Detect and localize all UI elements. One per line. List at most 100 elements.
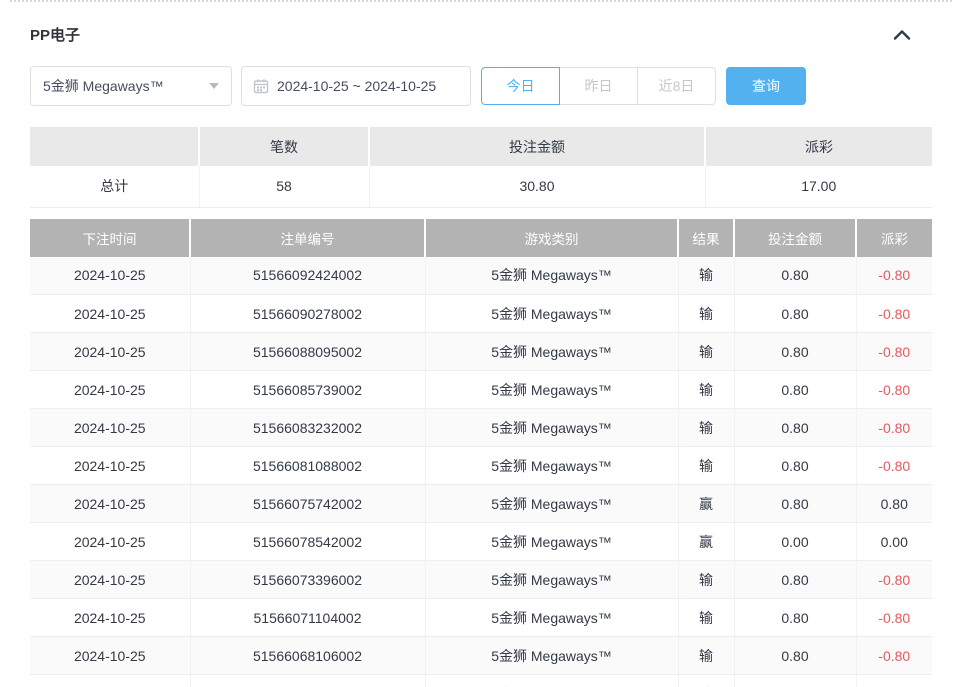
bet-time-cell: 2024-10-25 xyxy=(30,257,190,295)
bet-amount-cell: 0.80 xyxy=(734,675,856,687)
search-button[interactable]: 查询 xyxy=(726,67,806,105)
bet-time-cell: 2024-10-25 xyxy=(30,561,190,599)
game-type-cell: 5金狮 Megaways™ xyxy=(425,371,678,409)
bets-col-bet-amount: 投注金额 xyxy=(734,219,856,257)
bet-amount-cell: 0.80 xyxy=(734,485,856,523)
summary-col-empty xyxy=(30,127,199,166)
result-cell: 赢 xyxy=(678,485,734,523)
game-select[interactable]: 5金狮 Megaways™ xyxy=(30,66,232,106)
bets-col-bet-time: 下注时间 xyxy=(30,219,190,257)
last-8-days-button[interactable]: 近8日 xyxy=(637,67,716,105)
bet-time-cell: 2024-10-25 xyxy=(30,599,190,637)
payout-cell: -0.80 xyxy=(856,409,932,447)
result-cell: 输 xyxy=(678,371,734,409)
chevron-down-icon xyxy=(209,83,219,89)
result-cell: 输 xyxy=(678,599,734,637)
game-type-cell: 5金狮 Megaways™ xyxy=(425,561,678,599)
summary-header-row: 笔数 投注金额 派彩 xyxy=(30,127,932,166)
date-range-value: 2024-10-25 ~ 2024-10-25 xyxy=(277,78,436,94)
bet-amount-cell: 0.00 xyxy=(734,523,856,561)
bets-table-body: 2024-10-25515660924240025金狮 Megaways™输0.… xyxy=(30,257,932,687)
bet-row: 2024-10-25515660924240025金狮 Megaways™输0.… xyxy=(30,257,932,295)
result-cell: 输 xyxy=(678,561,734,599)
result-cell: 输 xyxy=(678,675,734,687)
bet-id-cell: 51566065883002 xyxy=(190,675,425,687)
game-type-cell: 5金狮 Megaways™ xyxy=(425,523,678,561)
payout-cell: -0.80 xyxy=(856,561,932,599)
date-range-input[interactable]: 2024-10-25 ~ 2024-10-25 xyxy=(241,66,471,106)
game-type-cell: 5金狮 Megaways™ xyxy=(425,447,678,485)
summary-col-payout: 派彩 xyxy=(705,127,932,166)
bet-row: 2024-10-25515660681060025金狮 Megaways™输0.… xyxy=(30,637,932,675)
payout-cell: 0.80 xyxy=(856,485,932,523)
panel-title: PP电子 xyxy=(30,24,80,45)
bet-id-cell: 51566090278002 xyxy=(190,295,425,333)
bet-amount-cell: 0.80 xyxy=(734,371,856,409)
bets-col-bet-id: 注单编号 xyxy=(190,219,425,257)
bet-row: 2024-10-25515660711040025金狮 Megaways™输0.… xyxy=(30,599,932,637)
game-type-cell: 5金狮 Megaways™ xyxy=(425,485,678,523)
bet-row: 2024-10-25515660658830025金狮 Megaways™输0.… xyxy=(30,675,932,687)
bet-id-cell: 51566081088002 xyxy=(190,447,425,485)
bet-time-cell: 2024-10-25 xyxy=(30,675,190,687)
result-cell: 输 xyxy=(678,447,734,485)
payout-cell: -0.80 xyxy=(856,371,932,409)
bet-row: 2024-10-25515660785420025金狮 Megaways™赢0.… xyxy=(30,523,932,561)
game-type-cell: 5金狮 Megaways™ xyxy=(425,637,678,675)
payout-cell: -0.80 xyxy=(856,333,932,371)
result-cell: 输 xyxy=(678,333,734,371)
game-type-cell: 5金狮 Megaways™ xyxy=(425,599,678,637)
bet-id-cell: 51566083232002 xyxy=(190,409,425,447)
bet-amount-cell: 0.80 xyxy=(734,257,856,295)
summary-col-bet-amount: 投注金额 xyxy=(369,127,705,166)
summary-total-label: 总计 xyxy=(30,166,199,207)
quick-date-button-group: 今日 昨日 近8日 xyxy=(481,67,716,105)
pp-games-panel: PP电子 5金狮 Megaways™ xyxy=(0,24,962,687)
payout-cell: 0.00 xyxy=(856,523,932,561)
today-button[interactable]: 今日 xyxy=(481,67,560,105)
bet-amount-cell: 0.80 xyxy=(734,637,856,675)
bet-row: 2024-10-25515660857390025金狮 Megaways™输0.… xyxy=(30,371,932,409)
result-cell: 输 xyxy=(678,409,734,447)
game-type-cell: 5金狮 Megaways™ xyxy=(425,257,678,295)
payout-cell: -0.80 xyxy=(856,637,932,675)
bet-amount-cell: 0.80 xyxy=(734,295,856,333)
bets-table: 下注时间 注单编号 游戏类别 结果 投注金额 派彩 2024-10-255156… xyxy=(30,219,932,687)
bet-row: 2024-10-25515660757420025金狮 Megaways™赢0.… xyxy=(30,485,932,523)
summary-total-bet-amount: 30.80 xyxy=(369,166,705,207)
result-cell: 输 xyxy=(678,295,734,333)
bet-id-cell: 51566068106002 xyxy=(190,637,425,675)
bets-col-payout: 派彩 xyxy=(856,219,932,257)
payout-cell: -0.80 xyxy=(856,447,932,485)
payout-cell: -0.80 xyxy=(856,675,932,687)
bet-id-cell: 51566071104002 xyxy=(190,599,425,637)
bet-row: 2024-10-25515660733960025金狮 Megaways™输0.… xyxy=(30,561,932,599)
payout-cell: -0.80 xyxy=(856,599,932,637)
bet-time-cell: 2024-10-25 xyxy=(30,447,190,485)
game-type-cell: 5金狮 Megaways™ xyxy=(425,675,678,687)
filter-controls: 5金狮 Megaways™ 2024-10-25 ~ 2024-10-25 xyxy=(30,66,932,106)
result-cell: 输 xyxy=(678,637,734,675)
bets-col-result: 结果 xyxy=(678,219,734,257)
bet-row: 2024-10-25515660902780025金狮 Megaways™输0.… xyxy=(30,295,932,333)
bet-amount-cell: 0.80 xyxy=(734,409,856,447)
top-dashed-divider xyxy=(10,0,952,2)
summary-table: 笔数 投注金额 派彩 总计 58 30.80 17.00 xyxy=(30,127,932,208)
chevron-up-icon xyxy=(893,29,911,41)
bet-amount-cell: 0.80 xyxy=(734,599,856,637)
summary-total-count: 58 xyxy=(199,166,369,207)
panel-header: PP电子 xyxy=(30,24,932,45)
bets-header-row: 下注时间 注单编号 游戏类别 结果 投注金额 派彩 xyxy=(30,219,932,257)
bet-id-cell: 51566088095002 xyxy=(190,333,425,371)
bet-id-cell: 51566085739002 xyxy=(190,371,425,409)
game-type-cell: 5金狮 Megaways™ xyxy=(425,295,678,333)
bet-time-cell: 2024-10-25 xyxy=(30,333,190,371)
yesterday-button[interactable]: 昨日 xyxy=(559,67,638,105)
result-cell: 输 xyxy=(678,257,734,295)
bets-col-game-type: 游戏类别 xyxy=(425,219,678,257)
collapse-panel-button[interactable] xyxy=(890,25,914,45)
summary-col-count: 笔数 xyxy=(199,127,369,166)
bet-row: 2024-10-25515660810880025金狮 Megaways™输0.… xyxy=(30,447,932,485)
game-type-cell: 5金狮 Megaways™ xyxy=(425,333,678,371)
bet-time-cell: 2024-10-25 xyxy=(30,485,190,523)
